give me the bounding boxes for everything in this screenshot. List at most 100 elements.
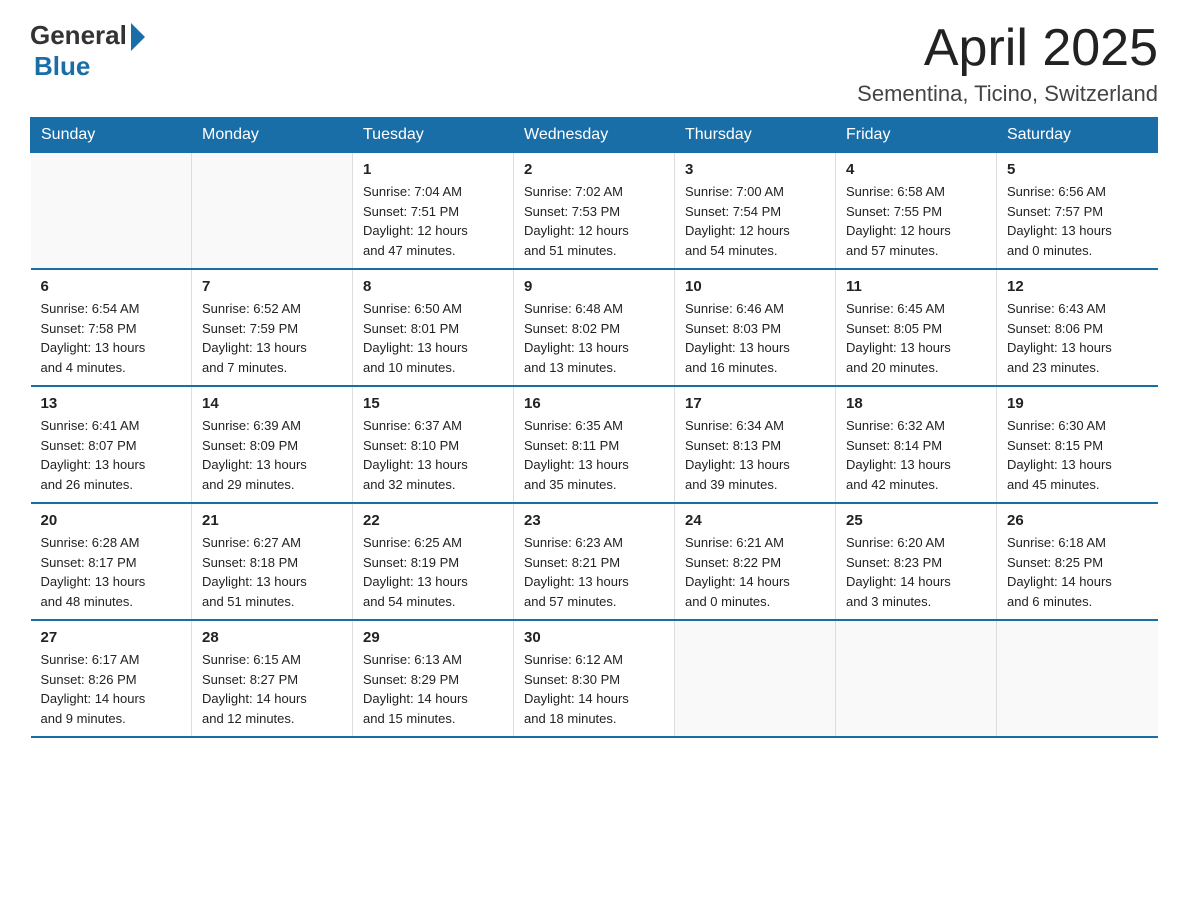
day-info: Sunrise: 6:13 AM Sunset: 8:29 PM Dayligh…	[363, 650, 503, 728]
calendar-cell: 6 Sunrise: 6:54 AM Sunset: 7:58 PM Daylig…	[31, 269, 192, 386]
day-info: Sunrise: 6:56 AM Sunset: 7:57 PM Dayligh…	[1007, 182, 1148, 260]
header-row: SundayMondayTuesdayWednesdayThursdayFrid…	[31, 118, 1158, 153]
calendar-cell: 27Sunrise: 6:17 AM Sunset: 8:26 PM Dayli…	[31, 620, 192, 737]
calendar-week-4: 27Sunrise: 6:17 AM Sunset: 8:26 PM Dayli…	[31, 620, 1158, 737]
day-number: 3	[685, 161, 825, 178]
calendar-cell: 26 Sunrise: 6:18 AM Sunset: 8:25 PM Dayli…	[997, 503, 1158, 620]
logo-arrow-icon	[131, 23, 145, 51]
day-info: Sunrise: 6:41 AM Sunset: 8:07 PM Dayligh…	[41, 416, 182, 494]
day-info: Sunrise: 7:00 AM Sunset: 7:54 PM Dayligh…	[685, 182, 825, 260]
day-info: Sunrise: 6:50 AM Sunset: 8:01 PM Dayligh…	[363, 299, 503, 377]
day-info: Sunrise: 6:25 AM Sunset: 8:19 PM Dayligh…	[363, 533, 503, 611]
day-info: Sunrise: 6:46 AM Sunset: 8:03 PM Dayligh…	[685, 299, 825, 377]
calendar-cell: 4 Sunrise: 6:58 AM Sunset: 7:55 PM Daylig…	[836, 153, 997, 270]
day-number: 26	[1007, 512, 1148, 529]
header-cell-monday: Monday	[192, 118, 353, 153]
header-cell-thursday: Thursday	[675, 118, 836, 153]
day-info: Sunrise: 6:20 AM Sunset: 8:23 PM Dayligh…	[846, 533, 986, 611]
day-number: 5	[1007, 161, 1148, 178]
day-info: Sunrise: 6:18 AM Sunset: 8:25 PM Dayligh…	[1007, 533, 1148, 611]
day-number: 1	[363, 161, 503, 178]
calendar-body: 1 Sunrise: 7:04 AM Sunset: 7:51 PM Daylig…	[31, 153, 1158, 738]
calendar-cell: 21Sunrise: 6:27 AM Sunset: 8:18 PM Dayli…	[192, 503, 353, 620]
day-number: 17	[685, 395, 825, 412]
day-number: 30	[524, 629, 664, 646]
day-info: Sunrise: 7:02 AM Sunset: 7:53 PM Dayligh…	[524, 182, 664, 260]
day-info: Sunrise: 6:15 AM Sunset: 8:27 PM Dayligh…	[202, 650, 342, 728]
header-cell-tuesday: Tuesday	[353, 118, 514, 153]
calendar-cell	[192, 153, 353, 270]
calendar-week-2: 13 Sunrise: 6:41 AM Sunset: 8:07 PM Dayli…	[31, 386, 1158, 503]
day-number: 16	[524, 395, 664, 412]
calendar-cell: 19 Sunrise: 6:30 AM Sunset: 8:15 PM Dayli…	[997, 386, 1158, 503]
calendar-week-0: 1 Sunrise: 7:04 AM Sunset: 7:51 PM Daylig…	[31, 153, 1158, 270]
day-info: Sunrise: 6:35 AM Sunset: 8:11 PM Dayligh…	[524, 416, 664, 494]
calendar-cell: 13 Sunrise: 6:41 AM Sunset: 8:07 PM Dayli…	[31, 386, 192, 503]
calendar-cell: 29 Sunrise: 6:13 AM Sunset: 8:29 PM Dayli…	[353, 620, 514, 737]
day-info: Sunrise: 6:48 AM Sunset: 8:02 PM Dayligh…	[524, 299, 664, 377]
day-number: 10	[685, 278, 825, 295]
day-info: Sunrise: 6:28 AM Sunset: 8:17 PM Dayligh…	[41, 533, 182, 611]
day-info: Sunrise: 6:45 AM Sunset: 8:05 PM Dayligh…	[846, 299, 986, 377]
day-number: 19	[1007, 395, 1148, 412]
day-info: Sunrise: 6:34 AM Sunset: 8:13 PM Dayligh…	[685, 416, 825, 494]
day-number: 15	[363, 395, 503, 412]
day-number: 13	[41, 395, 182, 412]
logo-blue-text: Blue	[34, 51, 90, 82]
calendar-cell: 8 Sunrise: 6:50 AM Sunset: 8:01 PM Daylig…	[353, 269, 514, 386]
calendar-cell: 10 Sunrise: 6:46 AM Sunset: 8:03 PM Dayli…	[675, 269, 836, 386]
day-info: Sunrise: 6:12 AM Sunset: 8:30 PM Dayligh…	[524, 650, 664, 728]
day-info: Sunrise: 6:30 AM Sunset: 8:15 PM Dayligh…	[1007, 416, 1148, 494]
calendar-cell: 5 Sunrise: 6:56 AM Sunset: 7:57 PM Daylig…	[997, 153, 1158, 270]
location-subtitle: Sementina, Ticino, Switzerland	[857, 81, 1158, 107]
calendar-week-1: 6 Sunrise: 6:54 AM Sunset: 7:58 PM Daylig…	[31, 269, 1158, 386]
calendar-cell: 14Sunrise: 6:39 AM Sunset: 8:09 PM Dayli…	[192, 386, 353, 503]
day-info: Sunrise: 7:04 AM Sunset: 7:51 PM Dayligh…	[363, 182, 503, 260]
page-header: General Blue April 2025 Sementina, Ticin…	[30, 20, 1158, 107]
calendar-cell: 12 Sunrise: 6:43 AM Sunset: 8:06 PM Dayli…	[997, 269, 1158, 386]
day-number: 8	[363, 278, 503, 295]
month-title: April 2025	[857, 20, 1158, 77]
day-number: 12	[1007, 278, 1148, 295]
day-number: 27	[41, 629, 182, 646]
day-info: Sunrise: 6:37 AM Sunset: 8:10 PM Dayligh…	[363, 416, 503, 494]
calendar-cell: 1 Sunrise: 7:04 AM Sunset: 7:51 PM Daylig…	[353, 153, 514, 270]
day-number: 29	[363, 629, 503, 646]
calendar-cell: 20 Sunrise: 6:28 AM Sunset: 8:17 PM Dayli…	[31, 503, 192, 620]
title-section: April 2025 Sementina, Ticino, Switzerlan…	[857, 20, 1158, 107]
day-info: Sunrise: 6:58 AM Sunset: 7:55 PM Dayligh…	[846, 182, 986, 260]
day-number: 25	[846, 512, 986, 529]
day-number: 22	[363, 512, 503, 529]
calendar-cell: 23Sunrise: 6:23 AM Sunset: 8:21 PM Dayli…	[514, 503, 675, 620]
header-cell-friday: Friday	[836, 118, 997, 153]
calendar-cell: 16 Sunrise: 6:35 AM Sunset: 8:11 PM Dayli…	[514, 386, 675, 503]
day-number: 6	[41, 278, 182, 295]
calendar-cell: 11 Sunrise: 6:45 AM Sunset: 8:05 PM Dayli…	[836, 269, 997, 386]
day-number: 7	[202, 278, 342, 295]
calendar-cell: 28 Sunrise: 6:15 AM Sunset: 8:27 PM Dayli…	[192, 620, 353, 737]
day-number: 21	[202, 512, 342, 529]
day-info: Sunrise: 6:39 AM Sunset: 8:09 PM Dayligh…	[202, 416, 342, 494]
logo: General Blue	[30, 20, 145, 82]
calendar-cell	[997, 620, 1158, 737]
calendar-cell: 15 Sunrise: 6:37 AM Sunset: 8:10 PM Dayli…	[353, 386, 514, 503]
day-number: 9	[524, 278, 664, 295]
day-info: Sunrise: 6:43 AM Sunset: 8:06 PM Dayligh…	[1007, 299, 1148, 377]
calendar-cell: 30 Sunrise: 6:12 AM Sunset: 8:30 PM Dayli…	[514, 620, 675, 737]
day-number: 24	[685, 512, 825, 529]
calendar-cell: 2Sunrise: 7:02 AM Sunset: 7:53 PM Daylig…	[514, 153, 675, 270]
calendar-cell: 18Sunrise: 6:32 AM Sunset: 8:14 PM Dayli…	[836, 386, 997, 503]
logo-general-text: General	[30, 20, 127, 51]
header-cell-saturday: Saturday	[997, 118, 1158, 153]
day-number: 20	[41, 512, 182, 529]
day-number: 11	[846, 278, 986, 295]
calendar-week-3: 20 Sunrise: 6:28 AM Sunset: 8:17 PM Dayli…	[31, 503, 1158, 620]
day-number: 18	[846, 395, 986, 412]
day-number: 4	[846, 161, 986, 178]
calendar-cell: 3 Sunrise: 7:00 AM Sunset: 7:54 PM Daylig…	[675, 153, 836, 270]
day-number: 28	[202, 629, 342, 646]
day-info: Sunrise: 6:54 AM Sunset: 7:58 PM Dayligh…	[41, 299, 182, 377]
calendar-cell: 9 Sunrise: 6:48 AM Sunset: 8:02 PM Daylig…	[514, 269, 675, 386]
calendar-header: SundayMondayTuesdayWednesdayThursdayFrid…	[31, 118, 1158, 153]
calendar-cell: 25 Sunrise: 6:20 AM Sunset: 8:23 PM Dayli…	[836, 503, 997, 620]
